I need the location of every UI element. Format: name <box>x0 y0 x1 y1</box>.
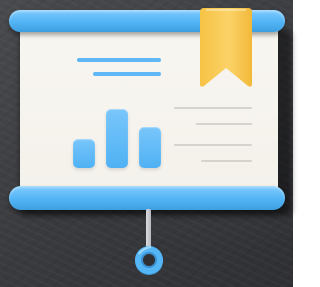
bar-2 <box>106 109 128 168</box>
text-line-2 <box>196 123 252 125</box>
bar-1 <box>73 139 95 168</box>
bar-3 <box>139 127 161 168</box>
bottom-roller <box>9 186 285 210</box>
pull-ring-icon <box>135 246 163 275</box>
bookmark-ribbon-icon <box>200 8 252 87</box>
text-line-4 <box>201 160 252 162</box>
text-line-3 <box>174 144 252 146</box>
title-line-1 <box>77 58 161 62</box>
title-line-2 <box>93 72 161 76</box>
text-line-1 <box>174 107 252 109</box>
